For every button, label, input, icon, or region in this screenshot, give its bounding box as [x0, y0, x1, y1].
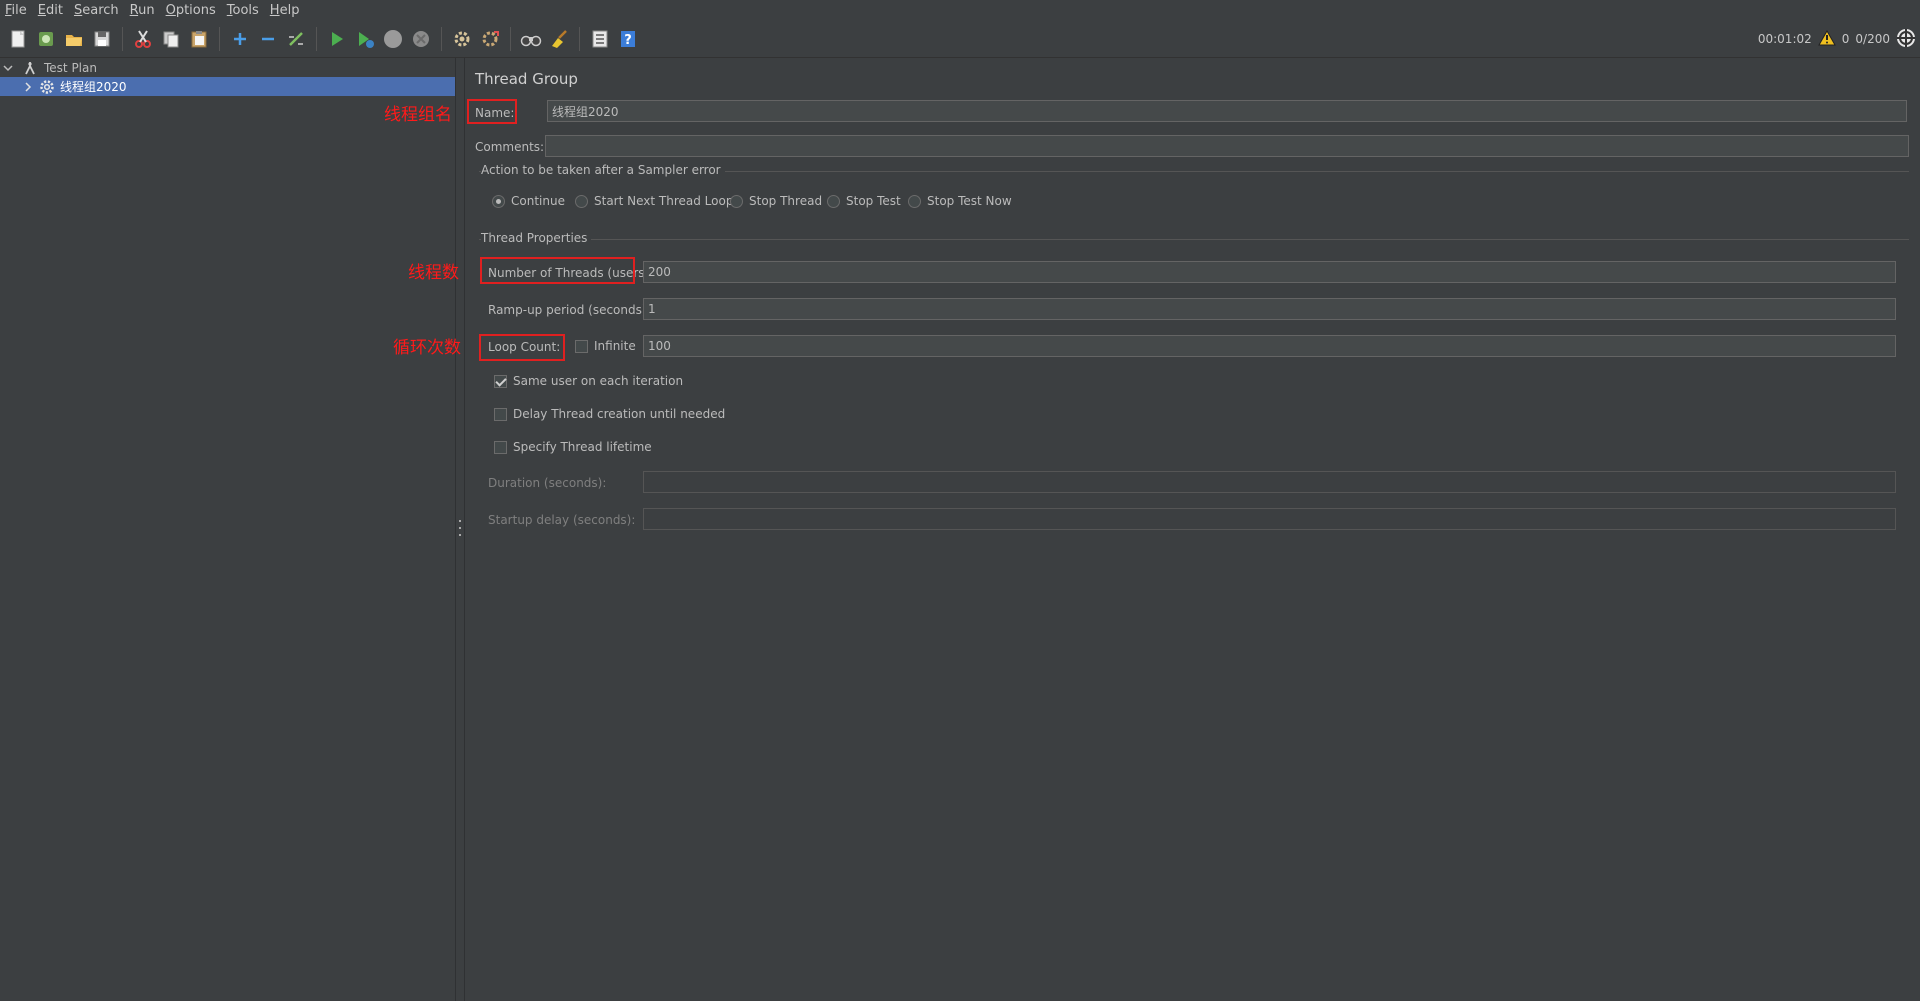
- radio-icon[interactable]: [492, 194, 505, 208]
- radio-stop-test-now[interactable]: Stop Test Now: [908, 194, 1012, 208]
- toolbar-separator: [219, 27, 220, 51]
- templates-icon[interactable]: [33, 26, 59, 52]
- elapsed-time: 00:01:02: [1757, 32, 1812, 46]
- save-icon[interactable]: [89, 26, 115, 52]
- tree-node-label: Test Plan: [44, 60, 97, 75]
- loop-count-field[interactable]: [643, 335, 1896, 357]
- same-user-checkbox[interactable]: Same user on each iteration: [494, 374, 683, 388]
- test-plan-tree: Test Plan 线程组2020: [0, 58, 455, 1001]
- radio-continue[interactable]: Continue: [492, 194, 565, 208]
- split-pane-divider[interactable]: [455, 58, 465, 1001]
- panel-title: Thread Group: [475, 70, 578, 88]
- stop-icon[interactable]: [380, 26, 406, 52]
- new-icon[interactable]: [5, 26, 31, 52]
- toolbar-separator: [510, 27, 511, 51]
- help-icon[interactable]: ?: [615, 26, 641, 52]
- annotation-thread-count: 线程数: [408, 263, 459, 283]
- toolbar-separator: [316, 27, 317, 51]
- drag-handle[interactable]: [459, 520, 461, 536]
- thread-properties-title: Thread Properties: [481, 231, 592, 245]
- svg-text:?: ?: [624, 33, 632, 48]
- tree-node-label: 线程组2020: [60, 80, 127, 94]
- annotation-box-threads: [480, 257, 635, 284]
- open-icon[interactable]: [61, 26, 87, 52]
- startup-delay-label: Startup delay (seconds):: [488, 513, 636, 527]
- rampup-label: Ramp-up period (seconds):: [488, 303, 651, 317]
- radio-icon[interactable]: [908, 194, 921, 208]
- menu-bar: File Edit Search Run Options Tools Help: [0, 0, 1920, 21]
- gear-icon: [39, 79, 55, 95]
- name-field[interactable]: [547, 100, 1907, 122]
- shutdown-icon[interactable]: [408, 26, 434, 52]
- toolbar-separator: [579, 27, 580, 51]
- startup-delay-field[interactable]: [643, 508, 1896, 530]
- menu-options[interactable]: Options: [161, 3, 222, 18]
- reset-search-broom-icon[interactable]: [546, 26, 572, 52]
- checkbox-icon[interactable]: [575, 339, 588, 353]
- status-area: 00:01:02 0 0/200: [1758, 21, 1916, 57]
- test-plan-icon: [23, 61, 37, 75]
- expand-all-icon[interactable]: [227, 26, 253, 52]
- thread-group-panel: Thread Group Name: Comments: Action to b…: [466, 58, 1920, 1001]
- duration-label: Duration (seconds):: [488, 476, 607, 490]
- paste-icon[interactable]: [186, 26, 212, 52]
- thread-lifetime-checkbox[interactable]: Specify Thread lifetime: [494, 440, 652, 454]
- toolbar: ? 00:01:02 0 0/200: [0, 21, 1920, 58]
- radio-icon[interactable]: [730, 194, 743, 208]
- infinite-checkbox[interactable]: Infinite: [575, 339, 636, 353]
- duration-field[interactable]: [643, 471, 1896, 493]
- start-icon[interactable]: [324, 26, 350, 52]
- checkbox-icon[interactable]: [494, 440, 507, 454]
- radio-stop-thread[interactable]: Stop Thread: [730, 194, 822, 208]
- rampup-field[interactable]: [643, 298, 1896, 320]
- tree-node-thread-group[interactable]: 线程组2020: [0, 77, 455, 96]
- menu-help[interactable]: Help: [265, 3, 306, 18]
- active-threads: 0/200: [1855, 32, 1890, 46]
- sampler-error-title: Action to be taken after a Sampler error: [481, 163, 725, 177]
- comments-field[interactable]: [545, 135, 1909, 157]
- remote-status-icon: [1896, 28, 1916, 51]
- search-binoculars-icon[interactable]: [518, 26, 544, 52]
- toolbar-separator: [441, 27, 442, 51]
- tree-node-test-plan[interactable]: Test Plan: [0, 58, 455, 77]
- radio-icon[interactable]: [827, 194, 840, 208]
- copy-icon[interactable]: [158, 26, 184, 52]
- checkbox-icon[interactable]: [494, 374, 507, 388]
- toggle-icon[interactable]: [283, 26, 309, 52]
- chevron-right-icon[interactable]: [23, 81, 35, 92]
- annotation-box-name: [467, 99, 517, 124]
- toolbar-separator: [122, 27, 123, 51]
- thread-properties-section-border: [479, 239, 1909, 240]
- menu-tools[interactable]: Tools: [222, 3, 265, 18]
- clear-all-icon[interactable]: [477, 26, 503, 52]
- menu-search[interactable]: Search: [69, 3, 125, 18]
- collapse-all-icon[interactable]: [255, 26, 281, 52]
- delay-thread-checkbox[interactable]: Delay Thread creation until needed: [494, 407, 725, 421]
- comments-label: Comments:: [475, 140, 545, 154]
- annotation-box-loop: [479, 334, 565, 361]
- menu-edit[interactable]: Edit: [33, 3, 69, 18]
- function-helper-icon[interactable]: [587, 26, 613, 52]
- warning-icon[interactable]: [1817, 29, 1836, 49]
- radio-stop-test[interactable]: Stop Test: [827, 194, 901, 208]
- radio-start-next-thread-loop[interactable]: Start Next Thread Loop: [575, 194, 733, 208]
- warning-count: 0: [1841, 32, 1850, 46]
- chevron-down-icon[interactable]: [3, 63, 15, 73]
- clear-icon[interactable]: [449, 26, 475, 52]
- checkbox-icon[interactable]: [494, 407, 507, 421]
- start-no-pauses-icon[interactable]: [352, 26, 378, 52]
- radio-icon[interactable]: [575, 194, 588, 208]
- cut-icon[interactable]: [130, 26, 156, 52]
- menu-file[interactable]: File: [0, 3, 33, 18]
- menu-run[interactable]: Run: [125, 3, 161, 18]
- threads-field[interactable]: [643, 261, 1896, 283]
- annotation-loop-count: 循环次数: [393, 338, 461, 358]
- annotation-thread-group-name: 线程组名: [384, 105, 452, 125]
